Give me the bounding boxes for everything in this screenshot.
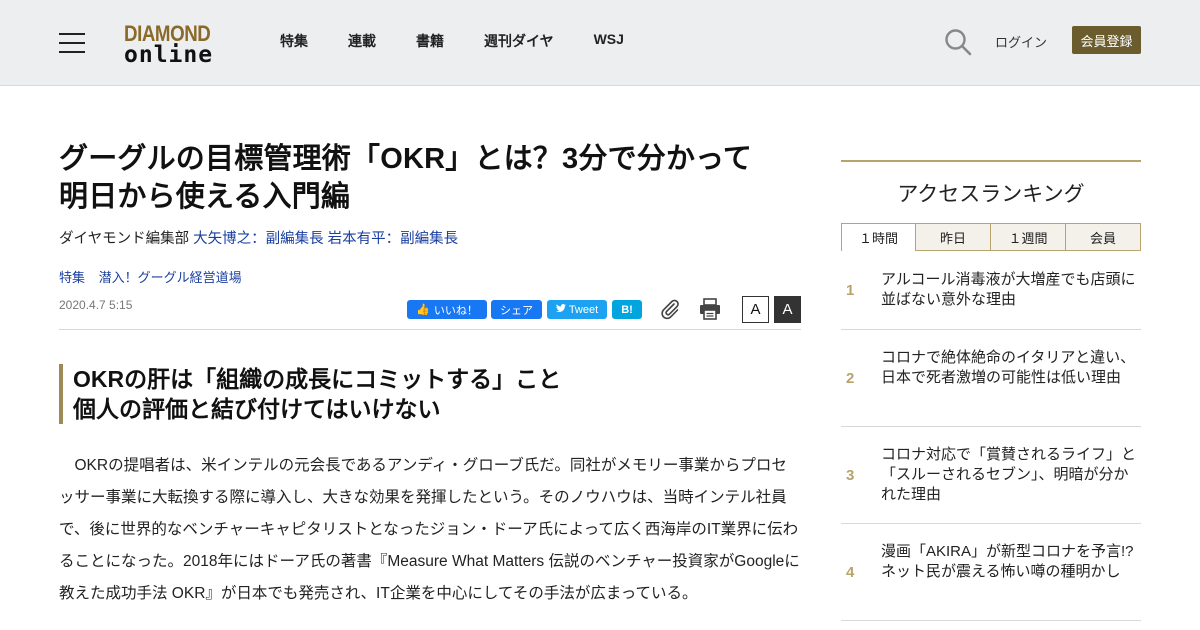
site-header: DIAMOND online 特集 連載 書籍 週刊ダイヤ WSJ ログイン 会… (0, 0, 1200, 86)
article-title-line: 明日から使える入門編 (59, 181, 351, 213)
tab-members[interactable]: 会員 (1066, 223, 1141, 251)
ranking-number: 2 (846, 370, 855, 387)
ranking-number: 1 (846, 282, 855, 299)
ranking-item[interactable]: 3 コロナ対応で「賞賛されるライフ」と「スルーされるセブン」、明暗が分かれた理由 (841, 427, 1141, 524)
article-title: グーグルの目標管理術「OKR」とは？3分で分かって 明日から使える入門編 (59, 140, 801, 216)
hatena-bookmark-button[interactable]: B! (612, 300, 642, 319)
logo-bottom-text: online (124, 42, 214, 68)
article-body-paragraph: OKRの提唱者は、米インテルの元会長であるアンディ・グローブ氏だ。同社がメモリー… (59, 457, 800, 602)
author-link-iwamoto[interactable]: 岩本有平：副編集長 (328, 231, 459, 247)
nav-item-books[interactable]: 書籍 (416, 31, 444, 51)
font-size-large-button[interactable]: A (774, 296, 801, 323)
nav-item-weekly-diamond[interactable]: 週刊ダイヤ (484, 31, 554, 51)
ranking-headline: コロナ対応で「賞賛されるライフ」と「スルーされるセブン」、明暗が分かれた理由 (881, 446, 1137, 503)
facebook-share-button[interactable]: シェア (491, 300, 542, 319)
ranking-headline: 漫画「AKIRA」が新型コロナを予言!?ネット民が震える怖い噂の種明かし (881, 543, 1134, 580)
facebook-like-label: いいね！ (433, 304, 478, 317)
ranking-number: 3 (846, 467, 855, 484)
nav-item-series[interactable]: 連載 (348, 31, 376, 51)
tab-yesterday[interactable]: 昨日 (916, 223, 991, 251)
tweet-button[interactable]: Tweet (547, 300, 607, 319)
font-size-small-button[interactable]: A (742, 296, 769, 323)
search-icon[interactable] (944, 28, 972, 56)
ranking-sidebar: アクセスランキング １時間 昨日 １週間 会員 1 アルコール消毒液が大増産でも… (841, 160, 1141, 621)
tag-link-series[interactable]: 潜入！グーグル経営道場 (99, 270, 242, 285)
register-button[interactable]: 会員登録 (1072, 26, 1141, 54)
ranking-title: アクセスランキング (897, 183, 1085, 206)
article-title-line: グーグルの目標管理術「OKR」とは？3分で分かって (59, 143, 753, 175)
ranking-divider (841, 160, 1141, 162)
paperclip-icon[interactable] (659, 298, 681, 320)
ranking-tabs: １時間 昨日 １週間 会員 (841, 223, 1141, 251)
article: グーグルの目標管理術「OKR」とは？3分で分かって 明日から使える入門編 ダイヤ… (59, 140, 801, 610)
tab-1-week[interactable]: １週間 (991, 223, 1066, 251)
menu-icon[interactable] (59, 33, 85, 53)
facebook-like-button[interactable]: 👍 いいね！ (407, 300, 487, 319)
nav-item-wsj[interactable]: WSJ (594, 31, 624, 51)
ranking-item[interactable]: 4 漫画「AKIRA」が新型コロナを予言!?ネット民が震える怖い噂の種明かし (841, 524, 1141, 621)
article-tags: 特集 潜入！グーグル経営道場 (59, 267, 801, 286)
site-logo[interactable]: DIAMOND online (124, 21, 228, 68)
publish-date: 2020.4.7 5:15 (59, 298, 133, 312)
ranking-number: 4 (846, 564, 855, 581)
author-department: ダイヤモンド編集部 (59, 231, 190, 247)
ranking-item[interactable]: 1 アルコール消毒液が大増産でも店頭に並ばない意外な理由 (841, 251, 1141, 330)
ranking-headline: アルコール消毒液が大増産でも店頭に並ばない意外な理由 (881, 271, 1136, 308)
nav-item-features[interactable]: 特集 (280, 31, 308, 51)
twitter-bird-icon (555, 303, 566, 316)
article-authors: ダイヤモンド編集部 大矢博之：副編集長 岩本有平：副編集長 (59, 227, 801, 248)
tag-link-features[interactable]: 特集 (59, 270, 85, 285)
ranking-headline: コロナで絶体絶命のイタリアと違い、日本で死者激増の可能性は低い理由 (881, 349, 1136, 386)
subheading-line: 個人の評価と結び付けてはいけない (73, 396, 441, 422)
author-link-oya[interactable]: 大矢博之：副編集長 (193, 231, 324, 247)
login-link[interactable]: ログイン (995, 32, 1047, 51)
main-nav: 特集 連載 書籍 週刊ダイヤ WSJ (280, 31, 664, 51)
subheading-line: OKRの肝は「組織の成長にコミットする」こと (73, 366, 562, 392)
article-subheading: OKRの肝は「組織の成長にコミットする」こと 個人の評価と結び付けてはいけない (59, 364, 801, 424)
tweet-label: Tweet (568, 303, 599, 316)
print-icon[interactable] (699, 298, 721, 320)
thumbs-up-icon: 👍 (416, 304, 430, 316)
ranking-item[interactable]: 2 コロナで絶体絶命のイタリアと違い、日本で死者激増の可能性は低い理由 (841, 330, 1141, 427)
tab-1-hour[interactable]: １時間 (841, 223, 916, 251)
article-toolbar: 2020.4.7 5:15 👍 いいね！ シェア Tweet B! A A (59, 292, 801, 330)
ranking-list: 1 アルコール消毒液が大増産でも店頭に並ばない意外な理由 2 コロナで絶体絶命の… (841, 251, 1141, 621)
